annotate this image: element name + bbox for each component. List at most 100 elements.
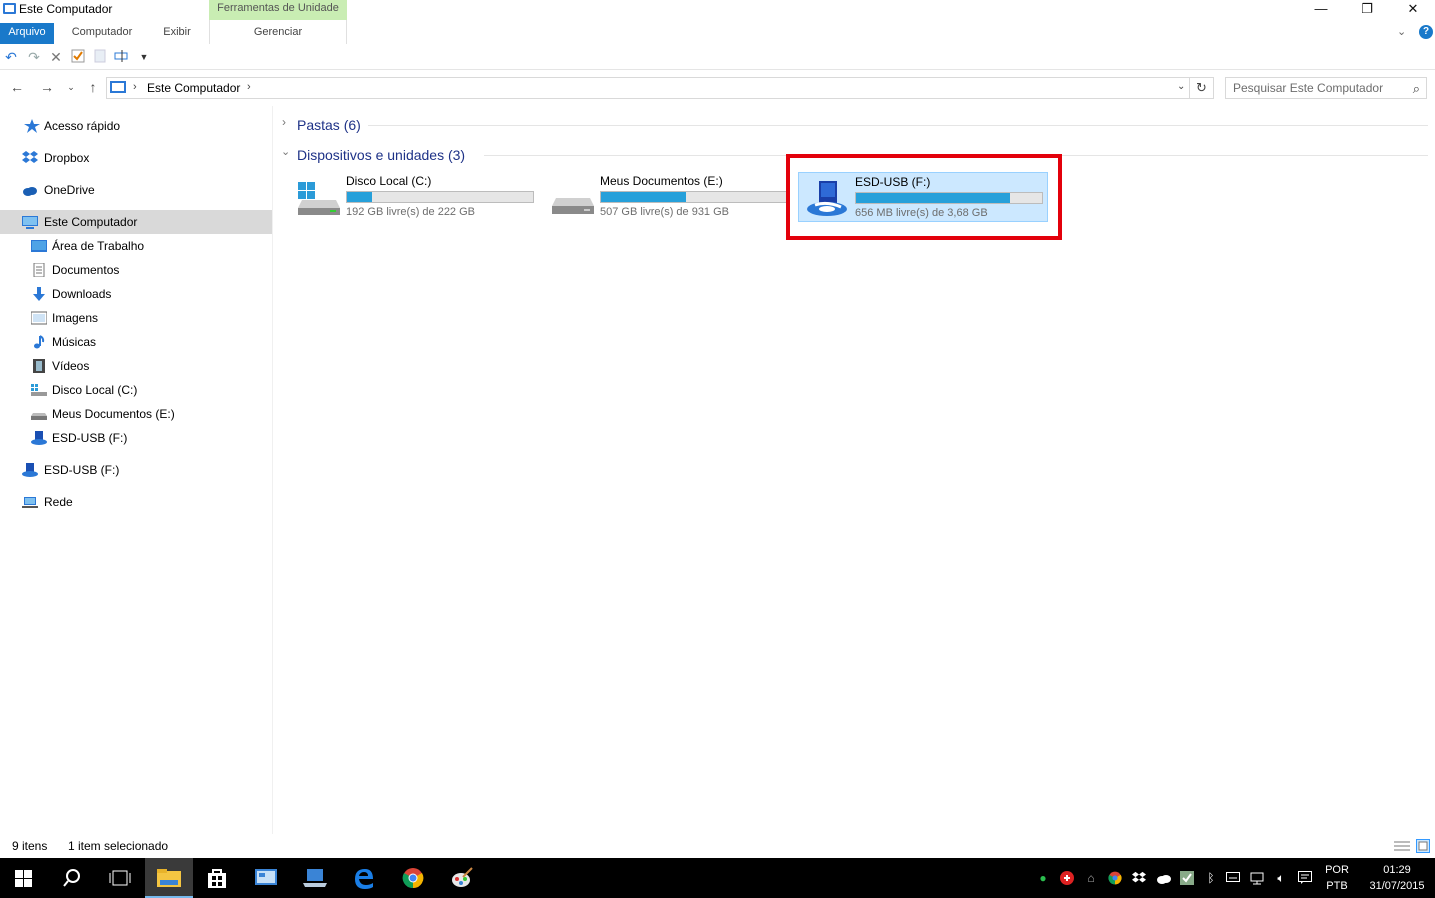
expand-ribbon-icon[interactable]: ⌄ (1397, 25, 1406, 38)
chrome-tray-icon[interactable] (1108, 871, 1122, 885)
antivirus-icon[interactable] (1060, 871, 1074, 885)
maximize-button[interactable]: ❐ (1344, 0, 1390, 20)
help-icon[interactable]: ? (1419, 25, 1433, 39)
update-tray-icon[interactable] (1180, 871, 1194, 885)
sidebar-item-label: Área de Trabalho (52, 239, 145, 253)
undo-icon[interactable]: ↶ (3, 49, 19, 65)
sidebar-item-documentos[interactable]: Documentos (0, 258, 272, 282)
group-header-dispositivos[interactable]: Dispositivos e unidades (3) (297, 144, 465, 166)
sidebar-item-disco-local-c[interactable]: Disco Local (C:) (0, 378, 272, 402)
sidebar-item-esd-usb-f[interactable]: ESD-USB (F:) (0, 426, 272, 450)
group-header-pastas[interactable]: Pastas (6) (297, 114, 361, 136)
tab-exibir[interactable]: Exibir (152, 23, 202, 44)
sidebar-item-imagens[interactable]: Imagens (0, 306, 272, 330)
clock-time: 01:29 (1383, 864, 1411, 876)
sidebar-item-rede[interactable]: Rede (0, 490, 272, 514)
action-center-icon[interactable] (1298, 871, 1312, 885)
music-icon (34, 335, 45, 349)
item-count: 9 itens (12, 839, 48, 853)
windows-drive-icon (298, 182, 340, 215)
edge-icon (355, 869, 373, 889)
recent-locations-icon[interactable]: ⌄ (62, 78, 80, 96)
breadcrumb-este-computador[interactable]: Este Computador (147, 81, 240, 95)
forward-button[interactable]: → (38, 78, 56, 96)
sidebar-item-label: Músicas (52, 335, 97, 349)
delete-icon[interactable]: ✕ (48, 49, 64, 65)
keyboard-icon[interactable] (1226, 871, 1240, 885)
address-history-dropdown-icon[interactable]: ⌄ (1177, 81, 1185, 92)
customize-toolbar-icon[interactable]: ▼ (136, 49, 152, 65)
details-view-icon[interactable] (1394, 840, 1410, 852)
minimize-button[interactable]: — (1298, 0, 1344, 20)
close-button[interactable]: ✕ (1390, 0, 1435, 20)
windows-drive-icon (31, 384, 47, 396)
start-button[interactable] (0, 858, 48, 898)
search-input[interactable] (1233, 81, 1403, 95)
computer-icon (3, 3, 16, 14)
sidebar-item-label: ESD-USB (F:) (44, 463, 120, 477)
sidebar-item-meus-documentos-e[interactable]: Meus Documentos (E:) (0, 402, 272, 426)
up-button[interactable]: ↑ (84, 78, 102, 96)
notification-bell-icon[interactable]: ⌂ (1084, 871, 1098, 885)
clock-date: 31/07/2015 (1369, 880, 1425, 892)
paint-taskbar-button[interactable] (438, 858, 486, 898)
chrome-taskbar-button[interactable] (389, 858, 437, 898)
store-taskbar-button[interactable] (193, 858, 241, 898)
back-button[interactable]: ← (8, 78, 26, 96)
chevron-right-icon[interactable]: › (247, 81, 251, 93)
chevron-right-icon[interactable]: › (282, 115, 286, 129)
file-explorer-taskbar-button[interactable] (145, 858, 193, 898)
sidebar-item-esd-usb-f-root[interactable]: ESD-USB (F:) (0, 458, 272, 482)
media-creation-taskbar-button[interactable] (291, 858, 339, 898)
drive-usage-bar (600, 191, 788, 203)
large-icons-view-icon[interactable] (1416, 839, 1430, 853)
network-icon (22, 497, 38, 508)
sidebar-item-label: Vídeos (52, 359, 90, 373)
language-indicator[interactable]: POR PTB (1320, 862, 1354, 894)
sidebar-item-onedrive[interactable]: OneDrive (0, 178, 272, 202)
dropbox-tray-icon[interactable] (1132, 871, 1146, 885)
drive-tile-e[interactable]: Meus Documentos (E:) 507 GB livre(s) de … (544, 172, 794, 222)
title-bar: Este Computador Ferramentas de Unidade —… (0, 0, 1435, 20)
chevron-down-icon[interactable]: ⌄ (281, 145, 290, 158)
group-divider (368, 125, 1428, 126)
properties-icon[interactable] (70, 49, 86, 65)
clock[interactable]: 01:29 31/07/2015 (1364, 862, 1430, 894)
sidebar-item-acesso-rapido[interactable]: Acesso rápido (0, 114, 272, 138)
context-tab-group-label: Ferramentas de Unidade (209, 0, 347, 20)
sidebar-item-label: Acesso rápido (44, 119, 121, 133)
address-bar[interactable]: › Este Computador › ⌄ (106, 77, 1190, 99)
tab-computador[interactable]: Computador (60, 23, 144, 44)
control-panel-taskbar-button[interactable] (242, 858, 290, 898)
tab-gerenciar[interactable]: Gerenciar (210, 23, 346, 44)
sidebar-item-area-de-trabalho[interactable]: Área de Trabalho (0, 234, 272, 258)
redo-icon[interactable]: ↷ (26, 49, 42, 65)
shield-icon[interactable]: ● (1036, 871, 1050, 885)
chevron-right-icon[interactable]: › (133, 81, 137, 93)
videos-icon (33, 359, 45, 373)
bluetooth-icon[interactable]: ᛒ (1204, 871, 1218, 885)
volume-icon[interactable]: 🔈︎ (1274, 871, 1288, 885)
network-tray-icon[interactable] (1250, 871, 1264, 885)
refresh-button[interactable]: ↻ (1190, 77, 1214, 99)
drive-tile-c[interactable]: Disco Local (C:) 192 GB livre(s) de 222 … (290, 172, 540, 222)
sidebar-item-label: OneDrive (44, 183, 95, 197)
control-panel-icon (255, 869, 277, 885)
edge-taskbar-button[interactable] (340, 858, 388, 898)
sidebar-item-downloads[interactable]: Downloads (0, 282, 272, 306)
sidebar-item-label: Downloads (52, 287, 112, 301)
tab-arquivo[interactable]: Arquivo (0, 23, 54, 44)
search-box[interactable]: ⌕ (1225, 77, 1427, 99)
sidebar-item-videos[interactable]: Vídeos (0, 354, 272, 378)
search-button[interactable] (48, 858, 96, 898)
new-folder-icon[interactable] (92, 49, 108, 65)
laptop-icon (303, 869, 327, 887)
rename-icon[interactable] (114, 49, 130, 65)
sidebar-item-dropbox[interactable]: Dropbox (0, 146, 272, 170)
usb-setup-icon (31, 431, 47, 445)
sidebar-item-este-computador[interactable]: Este Computador (0, 210, 272, 234)
onedrive-tray-icon[interactable] (1156, 871, 1171, 885)
sidebar-item-musicas[interactable]: Músicas (0, 330, 272, 354)
task-view-button[interactable] (96, 858, 144, 898)
sidebar-item-label: Imagens (52, 311, 99, 325)
